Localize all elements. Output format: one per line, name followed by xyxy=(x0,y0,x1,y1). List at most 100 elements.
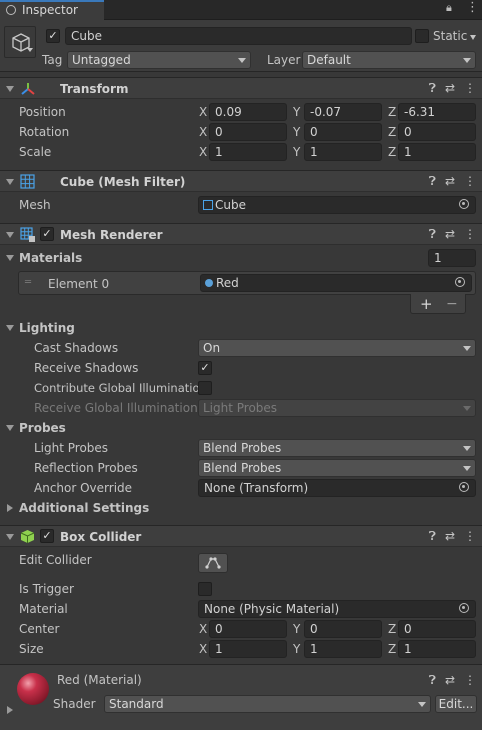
light-probes-dropdown[interactable]: Blend Probes xyxy=(198,439,476,457)
icon-dropdown-caret[interactable] xyxy=(27,48,33,52)
object-picker-icon[interactable] xyxy=(459,199,469,209)
foldout-arrow-icon[interactable] xyxy=(6,255,14,261)
context-menu-icon[interactable]: ⋮ xyxy=(464,81,476,95)
preset-icon[interactable]: ⇄ xyxy=(445,673,455,687)
foldout-arrow-icon[interactable] xyxy=(7,504,13,512)
foldout-arrow-icon[interactable] xyxy=(6,425,14,431)
rotation-z-field[interactable]: 0 xyxy=(398,123,476,141)
gameobject-icon[interactable] xyxy=(4,26,36,58)
name-field[interactable]: Cube xyxy=(65,27,412,45)
mesh-label: Mesh xyxy=(19,198,51,212)
preset-icon[interactable]: ⇄ xyxy=(445,174,455,188)
size-y-field[interactable]: 1 xyxy=(304,640,382,658)
static-label[interactable]: Static xyxy=(433,29,467,43)
axis-x-label[interactable]: X xyxy=(199,622,207,636)
materials-label[interactable]: Materials xyxy=(19,251,82,265)
position-x-field[interactable]: 0.09 xyxy=(209,103,287,121)
lighting-label[interactable]: Lighting xyxy=(19,321,75,335)
object-picker-icon[interactable] xyxy=(459,603,469,613)
cast-shadows-dropdown[interactable]: On xyxy=(198,339,476,357)
scale-y-field[interactable]: 1 xyxy=(304,143,382,161)
reflection-probes-dropdown[interactable]: Blend Probes xyxy=(198,459,476,477)
rotation-x-field[interactable]: 0 xyxy=(209,123,287,141)
help-icon[interactable]: ❓︎ xyxy=(429,529,436,544)
position-y-field[interactable]: -0.07 xyxy=(304,103,382,121)
lock-icon[interactable]: 🔒︎ xyxy=(446,1,452,15)
active-checkbox[interactable]: ✓ xyxy=(46,29,60,43)
element-0-field[interactable]: Red xyxy=(200,274,472,292)
static-checkbox[interactable] xyxy=(415,29,429,43)
preset-icon[interactable]: ⇄ xyxy=(445,81,455,95)
axis-y-label[interactable]: Y xyxy=(293,622,300,636)
center-y-field[interactable]: 0 xyxy=(304,620,382,638)
preset-icon[interactable]: ⇄ xyxy=(445,529,455,543)
mesh-renderer-enabled-checkbox[interactable]: ✓ xyxy=(40,227,54,241)
shader-dropdown[interactable]: Standard xyxy=(104,695,431,713)
physic-material-field[interactable]: None (Physic Material) xyxy=(198,600,476,618)
help-icon[interactable]: ❓︎ xyxy=(429,227,436,242)
object-picker-icon[interactable] xyxy=(455,277,465,287)
foldout-arrow-icon[interactable] xyxy=(6,179,14,185)
axis-y-label[interactable]: Y xyxy=(293,642,300,656)
foldout-arrow-icon[interactable] xyxy=(7,706,13,714)
axis-y-label[interactable]: Y xyxy=(293,145,300,159)
size-z-field[interactable]: 1 xyxy=(398,640,476,658)
receive-shadows-checkbox[interactable]: ✓ xyxy=(198,361,212,375)
axis-x-label[interactable]: X xyxy=(199,642,207,656)
context-menu-icon[interactable]: ⋮ xyxy=(464,174,476,188)
context-menu-icon[interactable]: ⋮ xyxy=(464,529,476,543)
center-x-field[interactable]: 0 xyxy=(209,620,287,638)
axis-x-label[interactable]: X xyxy=(199,145,207,159)
more-icon[interactable]: ⋮ xyxy=(466,0,479,15)
add-element-button[interactable]: + xyxy=(420,295,433,313)
context-menu-icon[interactable]: ⋮ xyxy=(464,673,476,687)
layer-dropdown[interactable]: Default xyxy=(302,51,476,69)
shader-edit-button[interactable]: Edit... xyxy=(435,695,477,713)
foldout-arrow-icon[interactable] xyxy=(6,86,14,92)
axis-y-label[interactable]: Y xyxy=(293,125,300,139)
axis-z-label[interactable]: Z xyxy=(388,622,396,636)
help-icon[interactable]: ❓︎ xyxy=(429,673,436,688)
axis-z-label[interactable]: Z xyxy=(388,105,396,119)
tag-dropdown[interactable]: Untagged xyxy=(67,51,251,69)
drag-handle-icon[interactable]: ═ xyxy=(25,277,31,288)
axis-z-label[interactable]: Z xyxy=(388,145,396,159)
materials-size-field[interactable]: 1 xyxy=(428,249,476,267)
remove-element-button[interactable]: − xyxy=(446,296,458,312)
transform-header[interactable]: Transform ❓︎ ⇄ ⋮ xyxy=(0,77,482,99)
mesh-object-field[interactable]: Cube xyxy=(198,196,476,214)
component-title: Transform xyxy=(60,82,129,96)
box-collider-header[interactable]: ✓ Box Collider ❓︎ ⇄ ⋮ xyxy=(0,525,482,547)
edit-collider-button[interactable] xyxy=(198,553,228,573)
foldout-arrow-icon[interactable] xyxy=(6,325,14,331)
help-icon[interactable]: ❓︎ xyxy=(429,81,436,96)
rotation-y-field[interactable]: 0 xyxy=(304,123,382,141)
foldout-arrow-icon[interactable] xyxy=(6,232,14,238)
box-collider-enabled-checkbox[interactable]: ✓ xyxy=(40,529,54,543)
axis-z-label[interactable]: Z xyxy=(388,642,396,656)
help-icon[interactable]: ❓︎ xyxy=(429,174,436,189)
center-z-field[interactable]: 0 xyxy=(398,620,476,638)
axis-y-label[interactable]: Y xyxy=(293,105,300,119)
preset-icon[interactable]: ⇄ xyxy=(445,227,455,241)
anchor-override-field[interactable]: None (Transform) xyxy=(198,479,476,497)
axis-z-label[interactable]: Z xyxy=(388,125,396,139)
additional-settings-label[interactable]: Additional Settings xyxy=(19,501,149,515)
mesh-filter-header[interactable]: Cube (Mesh Filter) ❓︎ ⇄ ⋮ xyxy=(0,170,482,192)
foldout-arrow-icon[interactable] xyxy=(6,534,14,540)
material-preview-sphere[interactable] xyxy=(17,673,49,705)
mesh-renderer-header[interactable]: ✓ Mesh Renderer ❓︎ ⇄ ⋮ xyxy=(0,223,482,245)
is-trigger-checkbox[interactable] xyxy=(198,582,212,596)
tab-inspector[interactable]: Inspector xyxy=(0,0,104,20)
scale-x-field[interactable]: 1 xyxy=(209,143,287,161)
probes-label[interactable]: Probes xyxy=(19,421,66,435)
static-caret[interactable] xyxy=(470,35,476,40)
position-z-field[interactable]: -6.31 xyxy=(398,103,476,121)
axis-x-label[interactable]: X xyxy=(199,105,207,119)
context-menu-icon[interactable]: ⋮ xyxy=(464,227,476,241)
axis-x-label[interactable]: X xyxy=(199,125,207,139)
contribute-gi-checkbox[interactable] xyxy=(198,381,212,395)
scale-z-field[interactable]: 1 xyxy=(398,143,476,161)
size-x-field[interactable]: 1 xyxy=(209,640,287,658)
object-picker-icon[interactable] xyxy=(459,482,469,492)
